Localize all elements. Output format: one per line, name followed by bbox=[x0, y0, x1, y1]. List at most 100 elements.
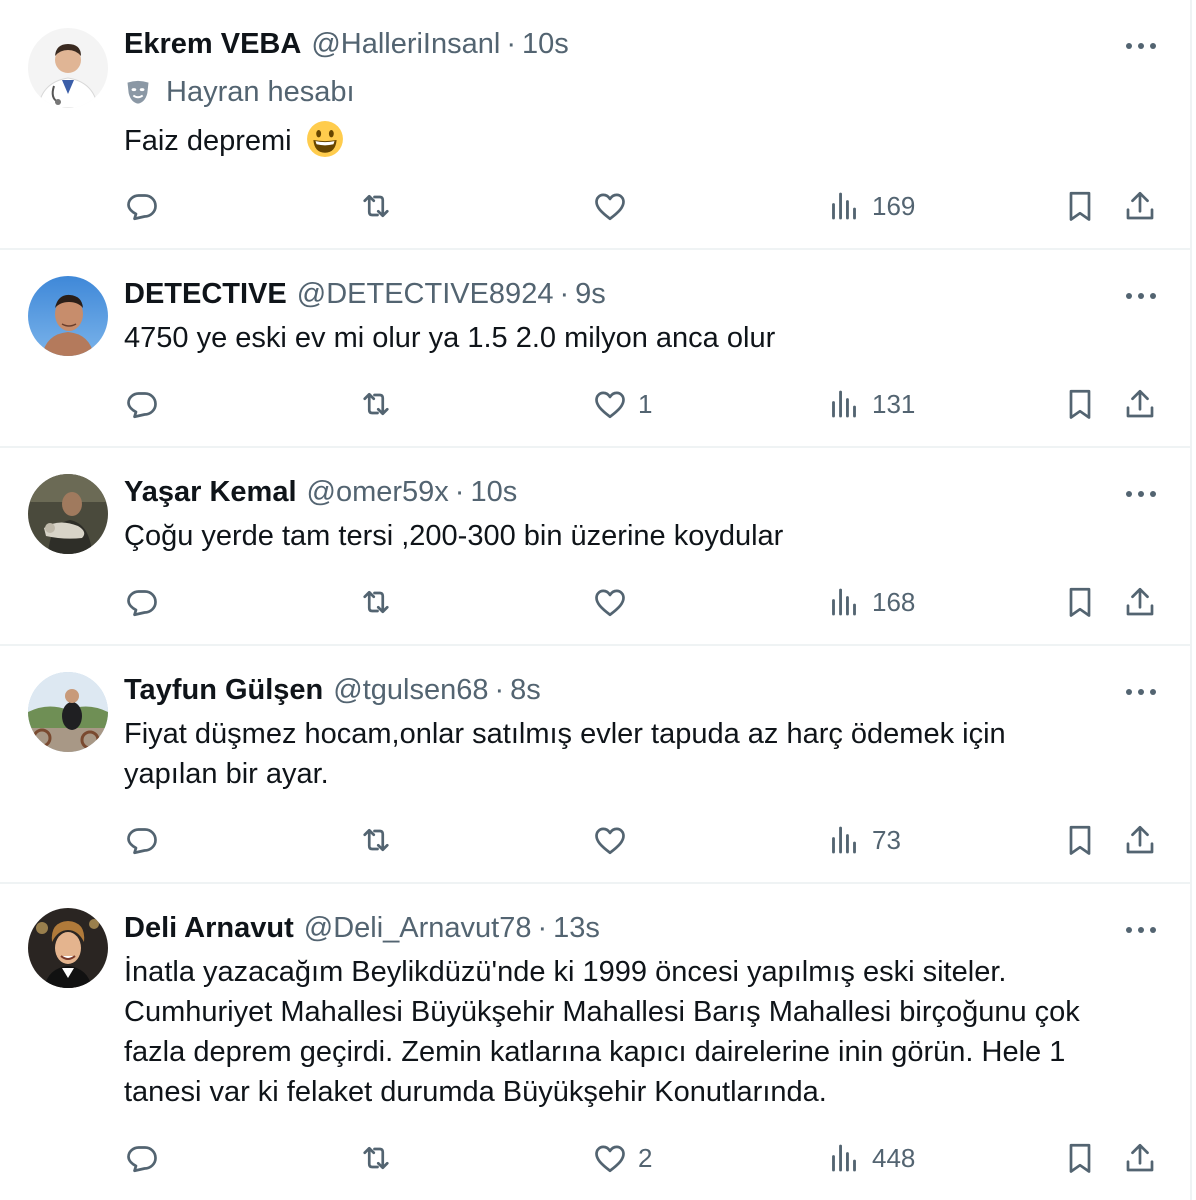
tweet[interactable]: Ekrem VEBA @HalleriInsanl · 10s Hayran h… bbox=[0, 0, 1192, 250]
like-button[interactable]: 1 bbox=[592, 384, 652, 424]
tweet-text: Fiyat düşmez hocam,onlar satılmış evler … bbox=[124, 718, 1006, 790]
separator-dot: · bbox=[494, 673, 505, 706]
tweet[interactable]: Yaşar Kemal @omer59x · 10s Çoğu yerde ta… bbox=[0, 448, 1192, 646]
tweet-header: Tayfun Gülşen @tgulsen68 · 8s bbox=[124, 672, 541, 708]
avatar[interactable] bbox=[28, 474, 108, 554]
avatar-image bbox=[28, 276, 108, 356]
user-handle[interactable]: @Deli_Arnavut78 bbox=[304, 912, 532, 945]
reply-button[interactable] bbox=[124, 384, 160, 424]
tweet-actions: 169 bbox=[0, 186, 1192, 226]
like-button[interactable] bbox=[592, 820, 628, 860]
retweet-button[interactable] bbox=[358, 1138, 394, 1178]
theater-mask-icon bbox=[127, 80, 149, 104]
tweet-text: 4750 ye eski ev mi olur ya 1.5 2.0 milyo… bbox=[124, 322, 776, 354]
tweet-actions: 2 448 bbox=[0, 1138, 1192, 1178]
user-handle[interactable]: @HalleriInsanl bbox=[311, 28, 500, 61]
like-icon bbox=[595, 827, 625, 855]
reply-button[interactable] bbox=[124, 1138, 160, 1178]
reply-feed: Ekrem VEBA @HalleriInsanl · 10s Hayran h… bbox=[0, 0, 1192, 1200]
more-icon[interactable] bbox=[1126, 682, 1156, 702]
timestamp[interactable]: 13s bbox=[553, 912, 600, 945]
tweet-actions: 73 bbox=[0, 820, 1192, 860]
views-count: 73 bbox=[872, 824, 901, 855]
views-count: 448 bbox=[872, 1142, 916, 1173]
reply-icon bbox=[127, 590, 157, 617]
like-icon bbox=[595, 391, 625, 419]
display-name[interactable]: Deli Arnavut bbox=[124, 912, 294, 945]
user-handle[interactable]: @DETECTIVE8924 bbox=[297, 278, 554, 311]
share-button[interactable] bbox=[1122, 384, 1158, 424]
bookmark-icon bbox=[1069, 389, 1091, 419]
avatar[interactable] bbox=[28, 908, 108, 988]
timestamp[interactable]: 9s bbox=[575, 278, 606, 311]
tweet[interactable]: Tayfun Gülşen @tgulsen68 · 8s Fiyat düşm… bbox=[0, 646, 1192, 884]
retweet-button[interactable] bbox=[358, 384, 394, 424]
share-button[interactable] bbox=[1122, 820, 1158, 860]
views-count: 169 bbox=[872, 190, 916, 221]
tweet[interactable]: Deli Arnavut @Deli_Arnavut78 · 13s İnatl… bbox=[0, 884, 1192, 1200]
reply-button[interactable] bbox=[124, 582, 160, 622]
views-icon bbox=[832, 192, 856, 220]
views-count: 131 bbox=[872, 388, 916, 419]
retweet-icon bbox=[363, 392, 389, 416]
reply-button[interactable] bbox=[124, 820, 160, 860]
timestamp[interactable]: 10s bbox=[522, 28, 569, 61]
timestamp[interactable]: 10s bbox=[470, 476, 517, 509]
retweet-button[interactable] bbox=[358, 582, 394, 622]
tweet[interactable]: DETECTIVE @DETECTIVE8924 · 9s 4750 ye es… bbox=[0, 250, 1192, 448]
views-button[interactable]: 169 bbox=[826, 186, 915, 226]
tweet-actions: 1 131 bbox=[0, 384, 1192, 424]
avatar[interactable] bbox=[28, 276, 108, 356]
views-button[interactable]: 448 bbox=[826, 1138, 915, 1178]
reply-icon bbox=[127, 392, 157, 419]
grinning-face-emoji bbox=[306, 121, 343, 157]
share-icon bbox=[1126, 389, 1154, 418]
like-button[interactable]: 2 bbox=[592, 1138, 652, 1178]
separator-dot: · bbox=[454, 475, 465, 508]
display-name[interactable]: Ekrem VEBA bbox=[124, 28, 301, 61]
more-icon[interactable] bbox=[1126, 920, 1156, 940]
bookmark-button[interactable] bbox=[1062, 820, 1098, 860]
user-handle[interactable]: @omer59x bbox=[307, 476, 449, 509]
avatar-image bbox=[28, 908, 108, 988]
views-button[interactable]: 168 bbox=[826, 582, 915, 622]
views-button[interactable]: 73 bbox=[826, 820, 901, 860]
more-icon[interactable] bbox=[1126, 36, 1156, 56]
separator-dot: · bbox=[537, 911, 548, 944]
retweet-icon bbox=[363, 194, 389, 218]
reply-button[interactable] bbox=[124, 186, 160, 226]
retweet-icon bbox=[363, 1146, 389, 1170]
bookmark-icon bbox=[1069, 587, 1091, 617]
bookmark-button[interactable] bbox=[1062, 186, 1098, 226]
avatar[interactable] bbox=[28, 672, 108, 752]
more-icon[interactable] bbox=[1126, 286, 1156, 306]
like-icon bbox=[595, 193, 625, 221]
avatar-image bbox=[28, 474, 108, 554]
views-button[interactable]: 131 bbox=[826, 384, 915, 424]
user-handle[interactable]: @tgulsen68 bbox=[333, 674, 488, 707]
display-name[interactable]: Tayfun Gülşen bbox=[124, 674, 323, 707]
share-button[interactable] bbox=[1122, 186, 1158, 226]
bookmark-button[interactable] bbox=[1062, 1138, 1098, 1178]
retweet-button[interactable] bbox=[358, 820, 394, 860]
views-count: 168 bbox=[872, 586, 916, 617]
tweet-text: Faiz depremi bbox=[124, 120, 1152, 161]
timestamp[interactable]: 8s bbox=[510, 674, 541, 707]
more-icon[interactable] bbox=[1126, 484, 1156, 504]
retweet-button[interactable] bbox=[358, 186, 394, 226]
like-button[interactable] bbox=[592, 186, 628, 226]
share-icon bbox=[1126, 191, 1154, 220]
avatar[interactable] bbox=[28, 28, 108, 108]
share-button[interactable] bbox=[1122, 1138, 1158, 1178]
reply-icon bbox=[127, 1146, 157, 1173]
display-name[interactable]: Yaşar Kemal bbox=[124, 476, 297, 509]
share-icon bbox=[1126, 1143, 1154, 1172]
share-button[interactable] bbox=[1122, 582, 1158, 622]
display-name[interactable]: DETECTIVE bbox=[124, 278, 287, 311]
tweet-text: İnatla yazacağım Beylikdüzü'nde ki 1999 … bbox=[124, 956, 1080, 1108]
bookmark-button[interactable] bbox=[1062, 384, 1098, 424]
tweet-header: Ekrem VEBA @HalleriInsanl · 10s bbox=[124, 26, 569, 62]
like-button[interactable] bbox=[592, 582, 628, 622]
retweet-icon bbox=[363, 828, 389, 852]
bookmark-button[interactable] bbox=[1062, 582, 1098, 622]
